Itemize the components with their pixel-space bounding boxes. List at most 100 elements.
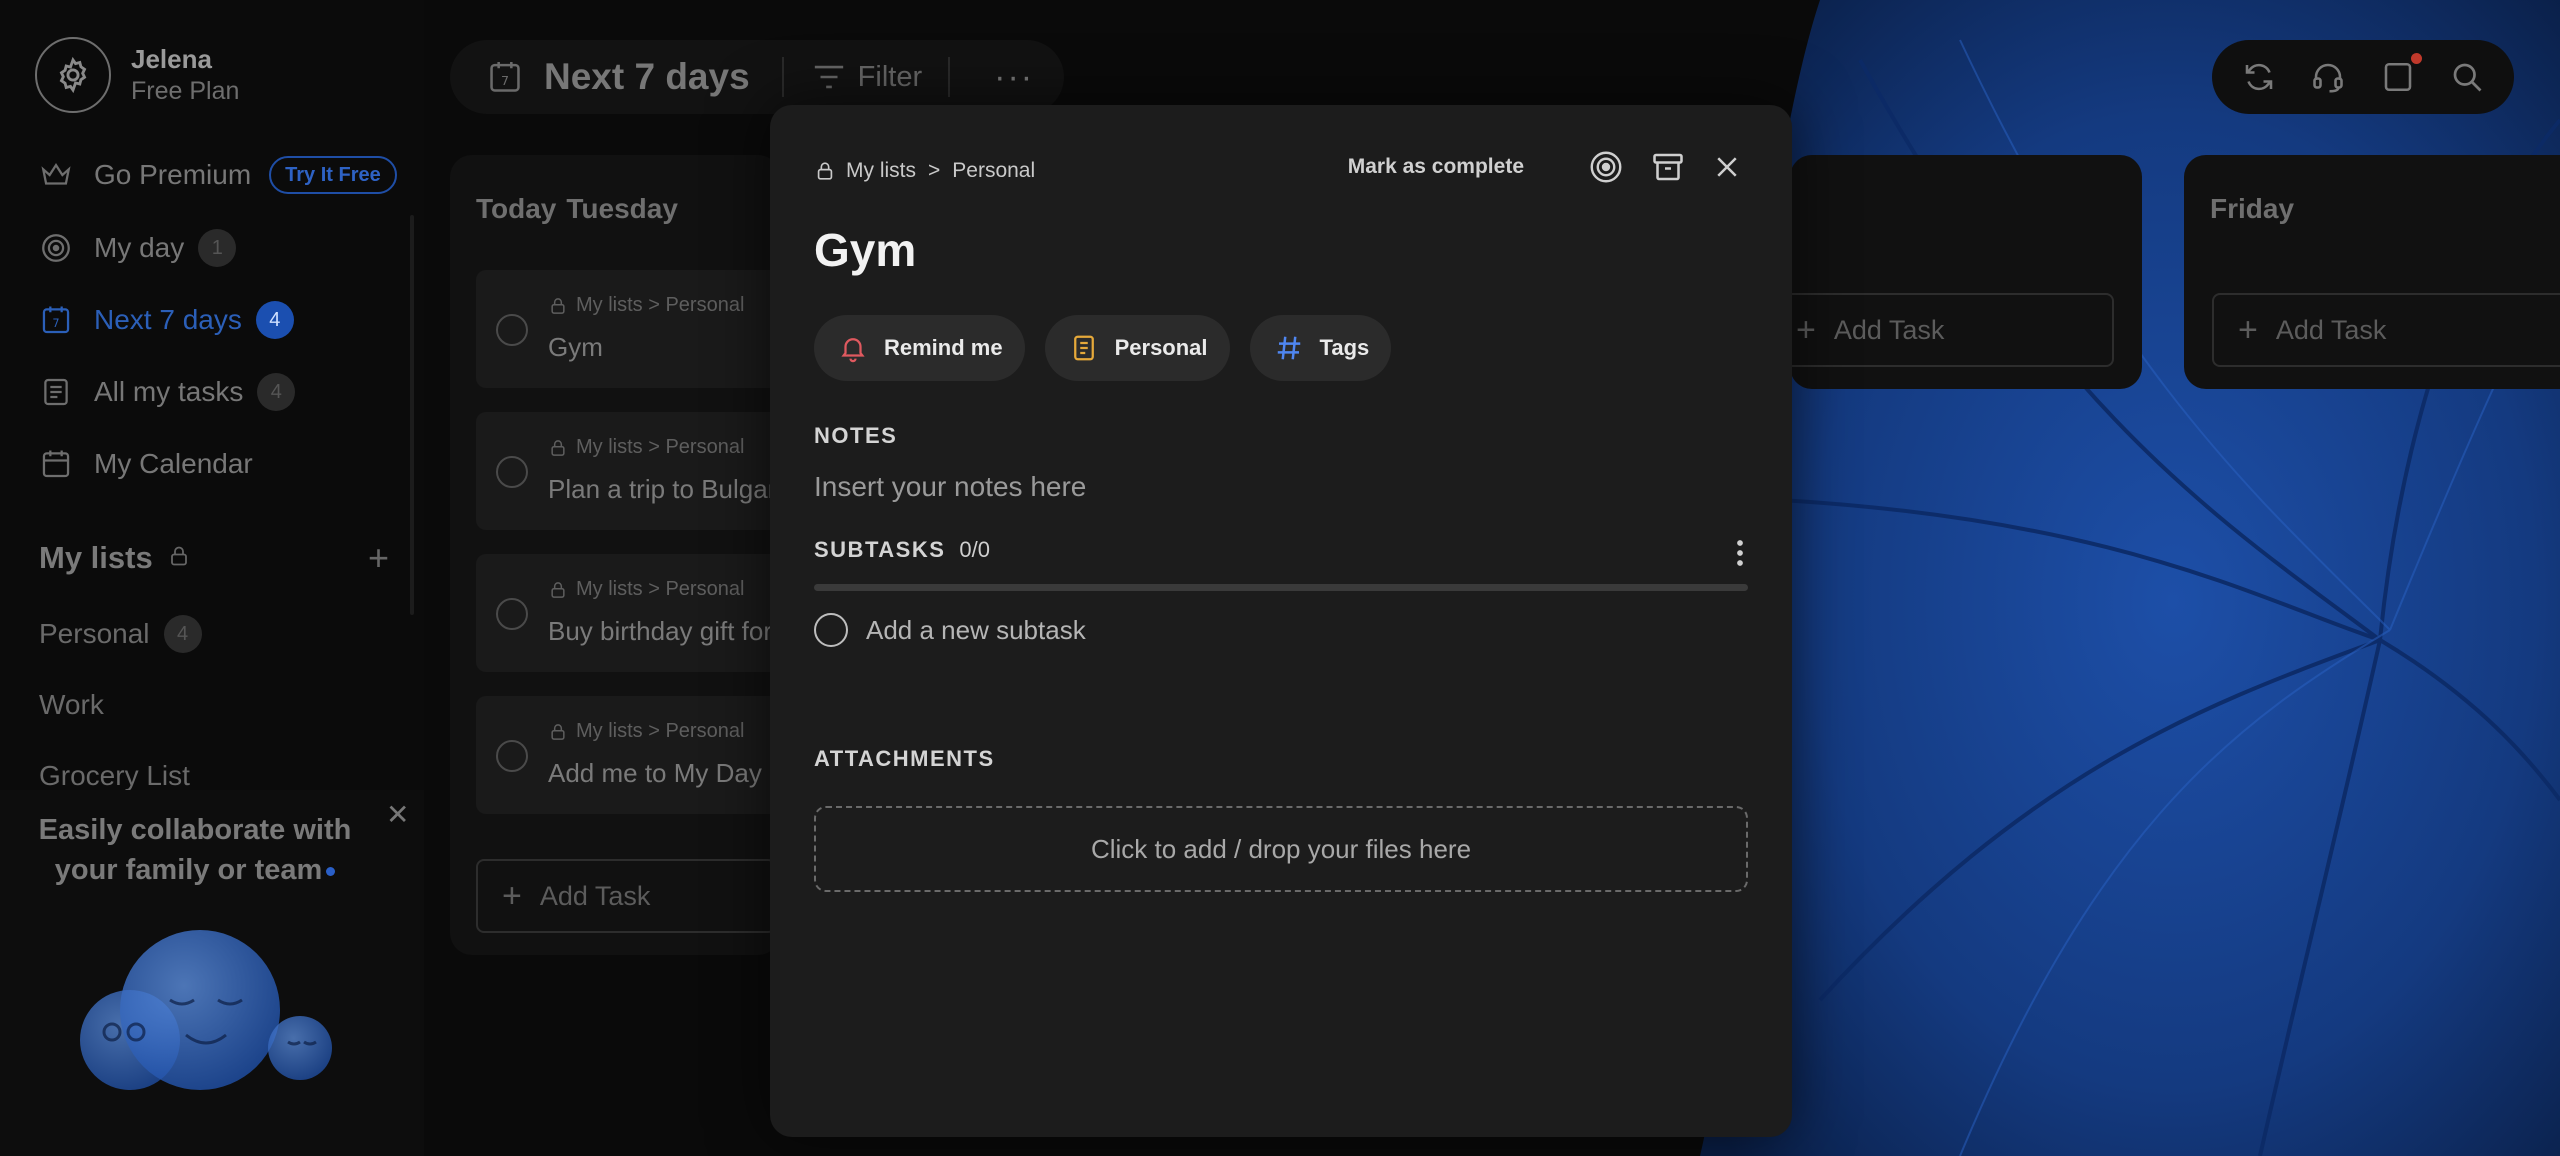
- list-label: Personal: [39, 618, 150, 649]
- lock-icon: [817, 162, 833, 180]
- hashtag-icon: [1274, 333, 1304, 363]
- breadcrumb-separator: >: [928, 159, 941, 182]
- document-icon: [38, 374, 74, 410]
- target-icon[interactable]: [1588, 149, 1624, 185]
- task-complete-checkbox[interactable]: [496, 456, 528, 488]
- sidebar-item-go-premium[interactable]: Go Premium Try It Free: [38, 155, 397, 195]
- task-complete-checkbox[interactable]: [496, 598, 528, 630]
- sidebar-scrollbar[interactable]: [410, 215, 414, 615]
- add-task-button[interactable]: + Add Task: [476, 859, 776, 933]
- tags-button[interactable]: Tags: [1249, 315, 1392, 381]
- add-list-button[interactable]: +: [368, 540, 389, 576]
- list-document-icon: [1069, 333, 1099, 363]
- list-selector-button[interactable]: Personal: [1044, 315, 1230, 381]
- sidebar: Jelena Free Plan Go Premium Try It Free …: [0, 0, 424, 1156]
- subtasks-count: 0/0: [959, 537, 990, 562]
- task-title[interactable]: Gym: [814, 223, 916, 277]
- sync-icon[interactable]: [2241, 59, 2277, 95]
- list-count-badge: 4: [163, 615, 202, 653]
- breadcrumb-list[interactable]: Personal: [952, 159, 1035, 183]
- notifications-icon[interactable]: [2380, 53, 2422, 95]
- notes-input[interactable]: Insert your notes here: [814, 471, 1086, 503]
- remind-me-button[interactable]: Remind me: [814, 315, 1025, 381]
- filter-button[interactable]: Filter: [812, 61, 922, 94]
- friday-column-header: Friday: [2210, 193, 2295, 224]
- all-my-tasks-label: All my tasks: [94, 376, 244, 407]
- crown-icon: [38, 157, 74, 193]
- breadcrumb-root[interactable]: My lists: [846, 159, 916, 183]
- more-options-icon[interactable]: ···: [994, 58, 1034, 97]
- lock-icon: [551, 297, 565, 314]
- close-icon[interactable]: [1712, 152, 1742, 182]
- attachments-dropzone[interactable]: Click to add / drop your files here: [814, 806, 1748, 892]
- subtasks-progress-bar: [814, 584, 1748, 591]
- task-name: Add me to My Day: [548, 758, 762, 788]
- target-icon: [38, 230, 74, 266]
- profile[interactable]: Jelena Free Plan: [35, 37, 239, 113]
- plus-icon: +: [1796, 310, 1816, 349]
- today-column-header: Today Tuesday: [476, 193, 678, 225]
- today-day: Tuesday: [566, 193, 678, 224]
- add-task-button[interactable]: + Add Task: [2212, 293, 2560, 367]
- task-card[interactable]: My lists > Personal Add me to My Day: [476, 696, 776, 814]
- notes-label: NOTES: [814, 423, 898, 448]
- add-subtask-input[interactable]: Add a new subtask: [866, 615, 1086, 646]
- list-item-personal[interactable]: Personal 4: [39, 615, 202, 653]
- filter-icon: [814, 65, 843, 89]
- view-header: 7 Next 7 days Filter ···: [450, 40, 1064, 114]
- promo-faces-illustration: [70, 930, 350, 1130]
- search-icon[interactable]: [2449, 59, 2485, 95]
- add-subtask-row[interactable]: Add a new subtask: [814, 613, 1086, 647]
- today-column: Today Tuesday My lists > Personal Gym My …: [450, 155, 797, 955]
- modal-actions: Mark as complete: [1348, 149, 1742, 185]
- next-7-days-label: Next 7 days: [94, 304, 242, 335]
- my-day-label: My day: [94, 232, 185, 263]
- lock-icon: [551, 723, 565, 740]
- task-complete-checkbox[interactable]: [496, 314, 528, 346]
- try-it-free-button[interactable]: Try It Free: [269, 156, 397, 194]
- mark-as-complete-button[interactable]: Mark as complete: [1348, 155, 1524, 179]
- task-chips: Remind me Personal Tags: [814, 315, 1411, 381]
- task-card[interactable]: My lists > Personal Buy birthday gift fo…: [476, 554, 776, 672]
- sidebar-item-my-calendar[interactable]: My Calendar: [38, 444, 253, 484]
- bell-icon: [838, 333, 868, 363]
- task-complete-checkbox[interactable]: [496, 740, 528, 772]
- subtasks-header: SUBTASKS 0/0: [814, 537, 990, 563]
- settings-gear-icon[interactable]: [35, 37, 111, 113]
- svg-text:7: 7: [501, 73, 509, 88]
- go-premium-label: Go Premium: [94, 159, 252, 190]
- subtask-checkbox[interactable]: [814, 613, 848, 647]
- task-card[interactable]: My lists > Personal Gym: [476, 270, 776, 388]
- thursday-column: + Add Task: [1770, 155, 2142, 389]
- list-item-work[interactable]: Work: [39, 689, 104, 721]
- app-window: Jelena Free Plan Go Premium Try It Free …: [0, 0, 2560, 1156]
- task-breadcrumb: My lists > Personal: [548, 578, 744, 601]
- notification-dot: [2410, 53, 2422, 64]
- my-lists-header: My lists +: [39, 540, 389, 576]
- task-card[interactable]: My lists > Personal Plan a trip to Bulga…: [476, 412, 797, 530]
- support-headset-icon[interactable]: [2310, 59, 2346, 95]
- lock-icon: [551, 581, 565, 598]
- svg-text:7: 7: [52, 316, 59, 330]
- plus-icon: +: [2238, 310, 2258, 349]
- calendar-7-icon: 7: [38, 302, 74, 338]
- all-my-tasks-count-badge: 4: [257, 373, 296, 411]
- close-icon[interactable]: ✕: [386, 798, 409, 831]
- list-item-grocery[interactable]: Grocery List: [39, 760, 190, 792]
- profile-name: Jelena: [131, 44, 212, 74]
- add-task-button[interactable]: + Add Task: [1770, 293, 2114, 367]
- calendar-icon: [38, 446, 74, 482]
- archive-icon[interactable]: [1650, 149, 1686, 185]
- filter-label: Filter: [857, 60, 923, 93]
- task-breadcrumb: My lists > Personal: [548, 436, 744, 459]
- list-label: Work: [39, 689, 104, 720]
- friday-column: Friday + Add Task: [2184, 155, 2560, 389]
- sidebar-item-my-day[interactable]: My day 1: [38, 228, 237, 268]
- attachments-label: ATTACHMENTS: [814, 746, 995, 771]
- promo-text: Easily collaborate with your family or t…: [38, 814, 352, 886]
- kebab-menu-icon[interactable]: [1734, 538, 1746, 573]
- list-label: Grocery List: [39, 760, 190, 791]
- sidebar-item-all-my-tasks[interactable]: All my tasks 4: [38, 372, 296, 412]
- sidebar-item-next-7-days[interactable]: 7 Next 7 days 4: [38, 300, 294, 340]
- breadcrumb[interactable]: My lists > Personal: [814, 159, 1035, 183]
